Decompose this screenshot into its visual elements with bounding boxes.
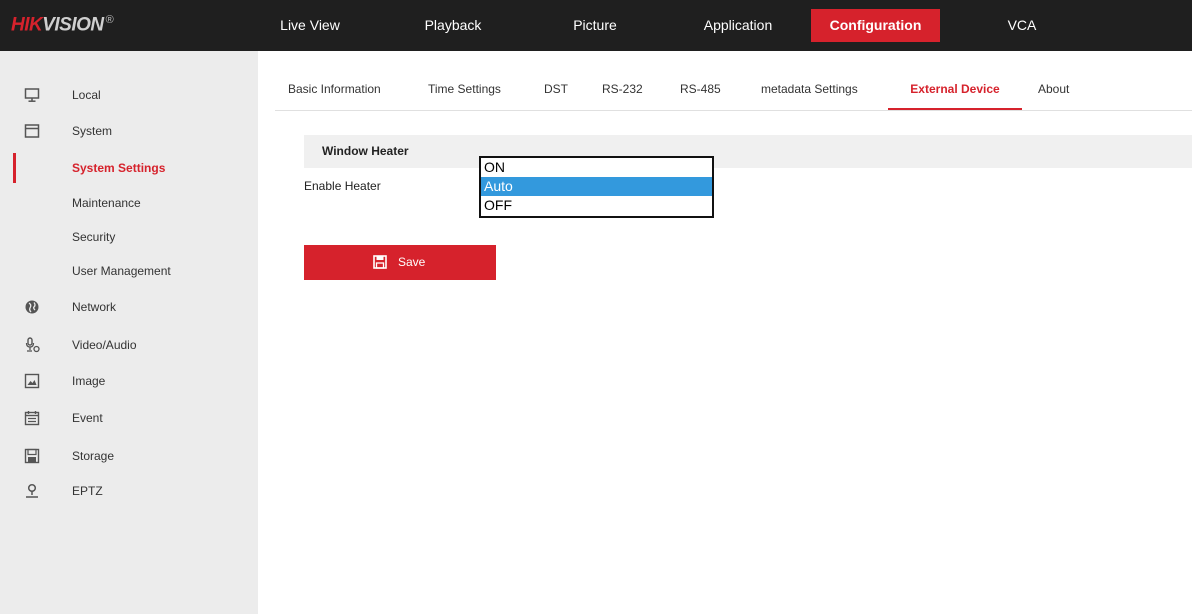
sidebar-item-label: Event <box>72 411 103 425</box>
section-title: Window Heater <box>322 144 409 158</box>
save-button[interactable]: Save <box>304 245 496 280</box>
sidebar-item-system[interactable]: System <box>0 116 258 146</box>
nav-live-view[interactable]: Live View <box>273 9 347 42</box>
nav-vca[interactable]: VCA <box>1000 9 1044 42</box>
nav-configuration[interactable]: Configuration <box>811 9 940 42</box>
sidebar-item-label: Storage <box>72 449 115 463</box>
window-heater-section-header: Window Heater <box>304 135 1192 168</box>
sidebar: Local System System Settings Maintenance… <box>0 51 258 614</box>
nav-picture[interactable]: Picture <box>563 9 627 42</box>
monitor-icon <box>24 88 40 102</box>
sidebar-item-label: User Management <box>72 264 171 278</box>
sidebar-item-label: Image <box>72 374 106 388</box>
sidebar-item-network[interactable]: Network <box>0 292 258 322</box>
top-navigation-bar: HIKVISION ® Live View Playback Picture Ap… <box>0 0 1192 51</box>
sidebar-item-local[interactable]: Local <box>0 80 258 110</box>
tab-basic-information[interactable]: Basic Information <box>288 70 381 108</box>
sidebar-item-user-management[interactable]: User Management <box>0 256 258 286</box>
image-icon <box>24 373 40 389</box>
sidebar-item-video-audio[interactable]: Video/Audio <box>0 330 258 360</box>
nav-application[interactable]: Application <box>690 9 786 42</box>
microphone-icon <box>25 337 40 353</box>
logo-text-red: HIK <box>11 14 43 36</box>
settings-tabs: Basic Information Time Settings DST RS-2… <box>275 70 1192 111</box>
sidebar-item-label: Security <box>72 230 116 244</box>
tab-metadata-settings[interactable]: metadata Settings <box>761 70 858 108</box>
sidebar-item-label: System Settings <box>72 161 166 175</box>
enable-heater-label: Enable Heater <box>304 179 381 193</box>
save-button-label: Save <box>398 255 426 269</box>
sidebar-item-eptz[interactable]: EPTZ <box>0 476 258 506</box>
sidebar-item-label: Video/Audio <box>72 338 137 352</box>
sidebar-item-event[interactable]: Event <box>0 403 258 433</box>
option-on[interactable]: ON <box>481 158 712 177</box>
logo-text-grey: VISION <box>42 14 104 36</box>
registered-mark: ® <box>105 14 114 26</box>
tab-rs-232[interactable]: RS-232 <box>602 70 643 108</box>
option-auto[interactable]: Auto <box>481 177 712 196</box>
floppy-disk-icon <box>373 255 387 269</box>
tab-rs-485[interactable]: RS-485 <box>680 70 721 108</box>
tab-dst[interactable]: DST <box>544 70 568 108</box>
tab-about[interactable]: About <box>1038 70 1069 108</box>
globe-icon <box>25 300 39 314</box>
sidebar-item-storage[interactable]: Storage <box>0 441 258 471</box>
sidebar-item-label: Maintenance <box>72 196 141 210</box>
nav-playback[interactable]: Playback <box>413 9 493 42</box>
sidebar-item-maintenance[interactable]: Maintenance <box>0 188 258 218</box>
sidebar-item-label: Local <box>72 88 101 102</box>
sidebar-item-label: Network <box>72 300 117 314</box>
enable-heater-dropdown[interactable]: ON Auto OFF <box>479 156 714 218</box>
option-off[interactable]: OFF <box>481 196 712 215</box>
sidebar-item-system-settings[interactable]: System Settings <box>0 153 258 183</box>
sidebar-item-label: System <box>72 124 113 138</box>
calendar-icon <box>24 411 40 426</box>
sidebar-item-image[interactable]: Image <box>0 366 258 396</box>
sidebar-item-security[interactable]: Security <box>0 222 258 252</box>
hikvision-logo: HIKVISION ® <box>11 14 114 38</box>
storage-icon <box>24 448 40 464</box>
system-icon <box>24 124 40 138</box>
person-icon <box>26 483 38 498</box>
sidebar-item-label: EPTZ <box>72 484 103 498</box>
tab-external-device[interactable]: External Device <box>888 70 1022 110</box>
tab-time-settings[interactable]: Time Settings <box>428 70 501 108</box>
